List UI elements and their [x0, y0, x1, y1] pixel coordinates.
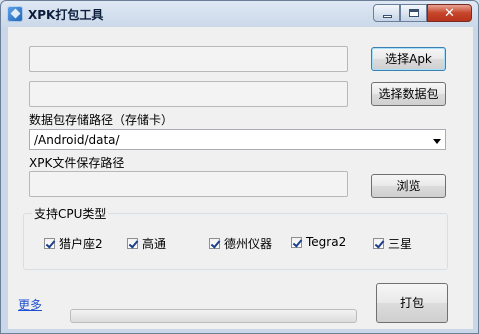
pack-button[interactable]: 打包 [376, 283, 448, 323]
cpu-option-tegra2[interactable]: Tegra2 [291, 235, 346, 249]
select-data-package-button[interactable]: 选择数据包 [371, 82, 446, 106]
cpu-option-label: Tegra2 [306, 235, 347, 249]
checkbox-checked-icon[interactable] [209, 238, 220, 249]
xpk-save-path-field[interactable] [29, 171, 348, 197]
storage-path-dropdown[interactable]: /Android/data/ [29, 129, 446, 150]
cpu-option-samsung[interactable]: 三星 [373, 235, 412, 252]
minimize-button[interactable] [373, 4, 400, 22]
pack-progress-bar [70, 309, 357, 323]
data-package-path-field[interactable] [29, 81, 348, 107]
app-window: XPK打包工具 ✕ 选择Apk 选择数据包 数据包存储路径（存储卡） /Andr… [0, 0, 479, 334]
app-icon [7, 6, 23, 22]
checkbox-checked-icon[interactable] [291, 236, 302, 248]
cpu-option-label: 德州仪器 [224, 237, 273, 251]
checkbox-checked-icon[interactable] [44, 238, 55, 249]
storage-path-label: 数据包存储路径（存储卡） [29, 113, 174, 127]
close-button[interactable]: ✕ [427, 4, 472, 22]
apk-path-field[interactable] [29, 46, 348, 72]
client-area: 选择Apk 选择数据包 数据包存储路径（存储卡） /Android/data/ … [8, 27, 473, 329]
cpu-type-group-title: 支持CPU类型 [32, 205, 109, 222]
more-link[interactable]: 更多 [18, 296, 42, 313]
cpu-option-ti[interactable]: 德州仪器 [209, 235, 272, 252]
caption-buttons: ✕ [373, 4, 472, 23]
xpk-save-path-label: XPK文件保存路径 [29, 156, 125, 170]
chevron-down-icon[interactable] [433, 139, 441, 144]
checkbox-checked-icon[interactable] [373, 238, 384, 249]
checkbox-checked-icon[interactable] [127, 238, 138, 249]
title-bar[interactable]: XPK打包工具 ✕ [1, 1, 478, 27]
minimize-icon [383, 15, 392, 18]
maximize-icon [409, 9, 419, 17]
cpu-option-qualcomm[interactable]: 高通 [127, 235, 166, 252]
window-title: XPK打包工具 [28, 8, 104, 22]
browse-button[interactable]: 浏览 [371, 174, 446, 198]
close-icon: ✕ [444, 6, 455, 21]
cpu-option-label: 三星 [388, 237, 413, 251]
storage-path-value: /Android/data/ [34, 133, 120, 147]
cpu-type-group: 支持CPU类型 猎户座2 高通 德州仪器 Tegra2 三星 [23, 205, 448, 270]
cpu-option-label: 高通 [142, 237, 167, 251]
maximize-button[interactable] [400, 4, 427, 22]
cpu-option-label: 猎户座2 [59, 237, 103, 251]
cpu-option-orion2[interactable]: 猎户座2 [44, 235, 103, 252]
select-apk-button[interactable]: 选择Apk [371, 47, 446, 71]
